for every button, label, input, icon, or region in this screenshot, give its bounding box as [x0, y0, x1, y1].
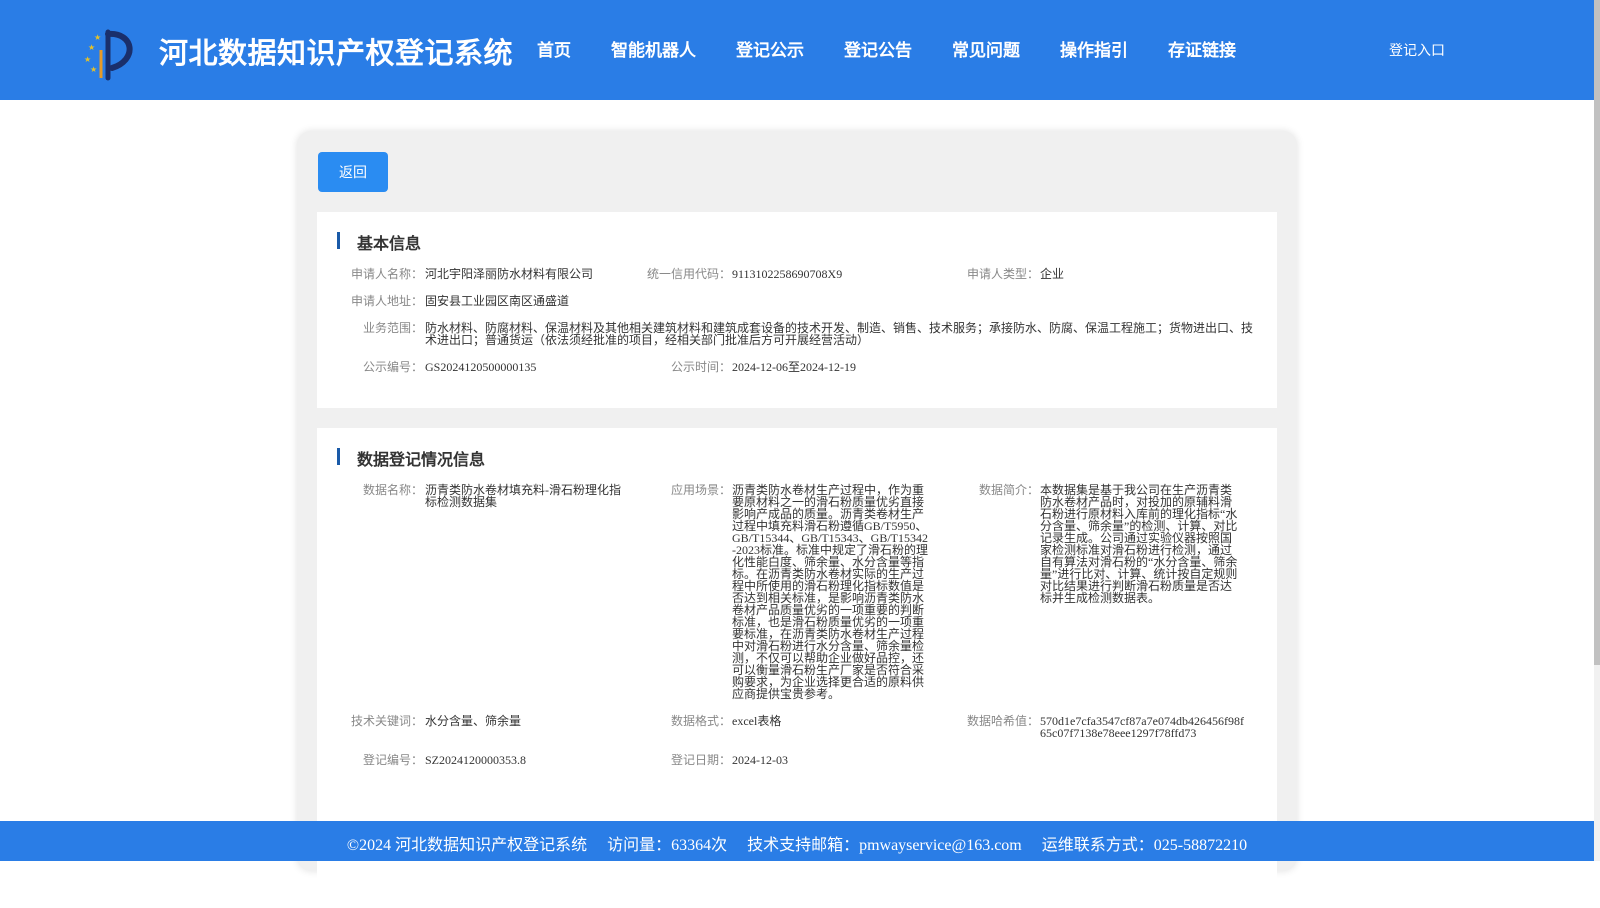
data-name-label: 数据名称：	[362, 483, 423, 497]
svg-text:★: ★	[88, 43, 95, 52]
applicant-type-label: 申请人类型：	[966, 267, 1039, 281]
reg-date-value: 2024-12-03	[732, 753, 788, 767]
credit-code-label: 统一信用代码：	[646, 267, 731, 281]
nav-registration-notice[interactable]: 登记公示	[736, 36, 804, 61]
address-value: 固安县工业园区南区通盛道	[425, 294, 570, 308]
back-button[interactable]: 返回	[318, 152, 388, 192]
data-name-value: 沥青类防水卷材填充料-滑石粉理化指标检测数据集	[425, 483, 621, 509]
applicant-name-value: 河北宇阳泽丽防水材料有限公司	[425, 267, 594, 281]
intro-value: 本数据集是基于我公司在生产沥青类防水卷材产品时，对投加的原辅料滑石粉进行原材料入…	[1040, 483, 1238, 605]
site-title: 河北数据知识产权登记系统	[159, 36, 514, 70]
nav-evidence-link[interactable]: 存证链接	[1168, 36, 1236, 61]
detail-panel: 返回 基本信息 申请人名称： 河北宇阳泽丽防水材料有限公司 统一信用代码： 91…	[297, 131, 1297, 908]
keywords-label: 技术关键词：	[350, 714, 423, 728]
scope-label: 业务范围：	[362, 321, 423, 335]
basic-info-card: 基本信息 申请人名称： 河北宇阳泽丽防水材料有限公司 统一信用代码： 91131…	[317, 212, 1277, 408]
notice-time-value: 2024-12-06至2024-12-19	[732, 360, 856, 374]
notice-no-value: GS2024120500000135	[425, 360, 537, 374]
notice-time-label: 公示时间：	[670, 360, 731, 374]
scenario-value: 沥青类防水卷材生产过程中，作为重要原材料之一的滑石粉质量优劣直接影响产成品的质量…	[732, 483, 929, 701]
nav-registration-announcement[interactable]: 登记公告	[844, 36, 912, 61]
svg-text:★: ★	[84, 55, 91, 64]
scope-value: 防水材料、防腐材料、保温材料及其他相关建筑材料和建筑成套设备的技术开发、制造、销…	[425, 321, 1254, 347]
login-link[interactable]: 登记入口	[1389, 40, 1445, 60]
hash-value: 570d1e7cfa3547cf87a7e074db426456f98f65c0…	[1040, 714, 1244, 740]
format-value: excel表格	[732, 714, 782, 728]
address-label: 申请人地址：	[350, 294, 423, 308]
nav-robot[interactable]: 智能机器人	[611, 36, 696, 61]
credit-code-value: 9113102258690708X9	[732, 267, 843, 281]
keywords-value: 水分含量、筛余量	[425, 714, 522, 728]
scenario-label: 应用场景：	[670, 483, 731, 497]
basic-info-title: 基本信息	[337, 230, 421, 254]
scrollbar[interactable]	[1594, 0, 1600, 861]
notice-no-label: 公示编号：	[362, 360, 423, 374]
site-footer: ©2024 河北数据知识产权登记系统 访问量：63364次 技术支持邮箱：pmw…	[0, 821, 1594, 861]
reg-date-label: 登记日期：	[670, 753, 731, 767]
main-nav: 首页 智能机器人 登记公示 登记公告 常见问题 操作指引 存证链接	[537, 36, 1276, 61]
reg-no-label: 登记编号：	[362, 753, 423, 767]
intro-label: 数据简介：	[978, 483, 1039, 497]
hash-label: 数据哈希值：	[966, 714, 1039, 728]
site-header: ★ ★ ★ ★ 河北数据知识产权登记系统 首页 智能机器人 登记公示 登记公告 …	[0, 0, 1594, 100]
nav-home[interactable]: 首页	[537, 36, 571, 61]
scroll-thumb[interactable]	[1594, 0, 1600, 665]
footer-text: ©2024 河北数据知识产权登记系统 访问量：63364次 技术支持邮箱：pmw…	[346, 837, 1248, 854]
svg-text:★: ★	[94, 33, 101, 42]
format-label: 数据格式：	[670, 714, 731, 728]
reg-no-value: SZ2024120000353.8	[425, 753, 527, 767]
svg-text:★: ★	[90, 65, 97, 74]
nav-guide[interactable]: 操作指引	[1060, 36, 1128, 61]
nav-faq[interactable]: 常见问题	[952, 36, 1020, 61]
applicant-type-value: 企业	[1040, 267, 1065, 281]
data-info-title: 数据登记情况信息	[337, 446, 485, 470]
applicant-name-label: 申请人名称：	[350, 267, 423, 281]
logo-icon: ★ ★ ★ ★	[84, 29, 133, 81]
